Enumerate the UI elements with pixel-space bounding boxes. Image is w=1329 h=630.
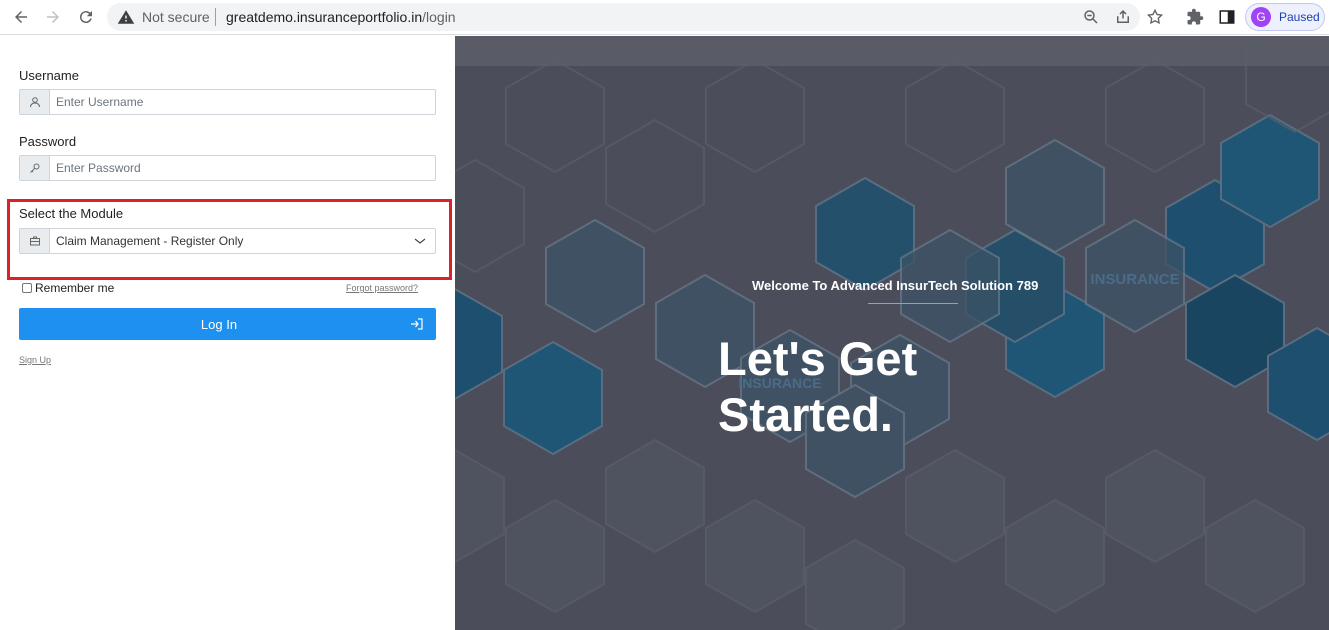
signup-link[interactable]: Sign Up: [19, 355, 51, 365]
password-field[interactable]: [19, 155, 436, 181]
sign-in-icon: [411, 318, 423, 330]
url-host: greatdemo.insuranceportfolio.in: [226, 9, 423, 25]
arrow-left-icon: [15, 11, 27, 23]
side-panel-icon[interactable]: [1218, 8, 1236, 26]
profile-button[interactable]: G Paused: [1245, 3, 1325, 31]
user-icon: [29, 97, 40, 108]
address-bar[interactable]: Not secure greatdemo.insuranceportfolio.…: [107, 3, 1164, 31]
login-panel: Username Password Select the Module Clai…: [0, 36, 455, 630]
login-button-label: Log In: [200, 317, 238, 332]
security-label: Not secure: [142, 9, 210, 25]
hero-headline: Let's Get Started.: [718, 332, 918, 441]
password-label: Password: [19, 134, 77, 149]
arrow-right-icon: [47, 11, 59, 23]
module-highlight-box: [7, 199, 452, 280]
bookmark-star-icon[interactable]: [1146, 8, 1164, 26]
zoom-icon[interactable]: [1082, 8, 1100, 26]
password-input[interactable]: [56, 159, 426, 177]
welcome-underline: [868, 303, 958, 304]
key-icon: [29, 163, 39, 173]
back-button[interactable]: [8, 5, 34, 29]
username-field[interactable]: [19, 89, 436, 115]
extensions-icon[interactable]: [1186, 8, 1204, 26]
browser-toolbar: Not secure greatdemo.insuranceportfolio.…: [0, 0, 1329, 35]
hero-panel: INSURANCE INSURANCE Welcome To Advanced …: [455, 36, 1329, 630]
hex-insurance-text: INSURANCE: [1090, 271, 1179, 288]
reload-button[interactable]: [73, 5, 99, 29]
url-text: greatdemo.insuranceportfolio.in/login: [226, 9, 456, 25]
share-icon[interactable]: [1114, 8, 1132, 26]
username-label: Username: [19, 68, 79, 83]
welcome-text: Welcome To Advanced InsurTech Solution 7…: [752, 278, 1039, 293]
username-addon: [20, 90, 50, 114]
username-input[interactable]: [56, 93, 426, 111]
avatar: G: [1251, 7, 1271, 27]
forgot-password-link[interactable]: Forgot password?: [346, 283, 418, 293]
reload-icon: [79, 11, 92, 24]
profile-status: Paused: [1279, 10, 1320, 24]
password-addon: [20, 156, 50, 180]
remember-label: Remember me: [35, 281, 115, 295]
remember-checkbox[interactable]: [22, 283, 32, 293]
forward-button[interactable]: [40, 5, 66, 29]
remember-me[interactable]: Remember me: [22, 281, 114, 295]
address-divider: [215, 8, 216, 26]
login-button[interactable]: Log In: [19, 308, 436, 340]
warning-icon: [117, 10, 135, 24]
url-path: /login: [422, 9, 456, 25]
